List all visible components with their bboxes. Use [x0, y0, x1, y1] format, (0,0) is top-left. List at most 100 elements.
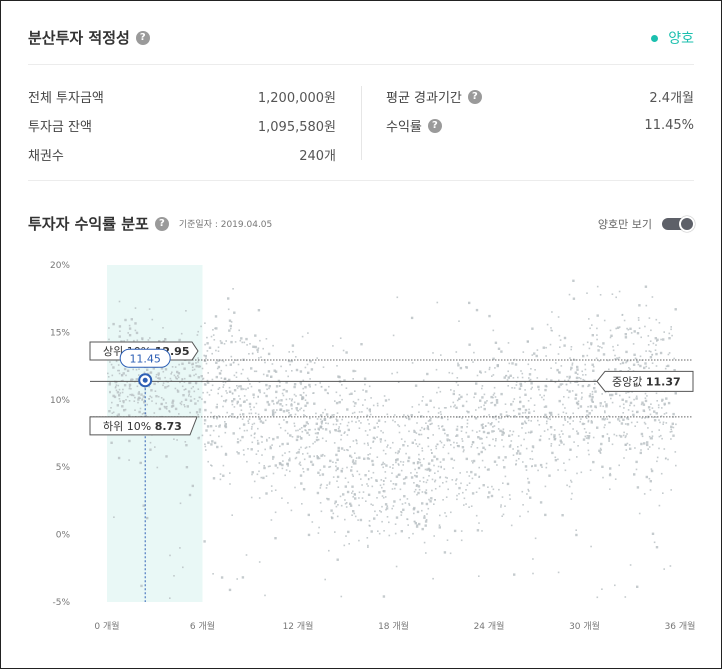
scatter-point [228, 390, 232, 393]
scatter-point [355, 421, 357, 423]
scatter-point [603, 426, 606, 429]
scatter-point [370, 447, 372, 449]
scatter-point [583, 428, 586, 430]
scatter-point [421, 400, 423, 402]
scatter-point [320, 427, 322, 429]
scatter-point [200, 325, 202, 328]
help-icon[interactable]: ? [154, 216, 169, 231]
scatter-point [440, 441, 443, 444]
scatter-point [611, 393, 614, 397]
scatter-point [606, 418, 609, 420]
scatter-point [239, 413, 241, 416]
scatter-point [570, 348, 572, 351]
scatter-point [155, 402, 157, 405]
scatter-point [355, 439, 357, 441]
scatter-point [412, 532, 414, 535]
scatter-point [342, 493, 345, 496]
scatter-point [361, 484, 363, 486]
scatter-point [203, 540, 206, 543]
scatter-point [643, 442, 646, 445]
scatter-point [594, 390, 597, 393]
scatter-point [506, 379, 509, 381]
scatter-point [521, 376, 524, 379]
scatter-point [536, 349, 539, 351]
scatter-point [648, 350, 651, 352]
scatter-point [655, 318, 658, 321]
help-icon[interactable]: ? [427, 118, 442, 133]
scatter-point [637, 317, 640, 319]
scatter-point [263, 466, 266, 470]
scatter-point [475, 382, 478, 385]
scatter-point [246, 399, 248, 401]
scatter-point [658, 322, 661, 324]
scatter-point [177, 376, 180, 379]
scatter-point [537, 385, 540, 389]
scatter-point [347, 421, 350, 424]
scatter-point [315, 412, 317, 415]
scatter-point [371, 485, 374, 488]
scatter-point [193, 390, 196, 393]
toggle-knob[interactable] [679, 216, 695, 232]
scatter-point [358, 504, 360, 507]
scatter-point [149, 371, 152, 374]
good-only-toggle[interactable] [662, 216, 695, 232]
scatter-point [456, 399, 459, 402]
scatter-point [354, 402, 357, 405]
scatter-point [674, 451, 677, 453]
scatter-point [484, 401, 487, 404]
scatter-point [627, 409, 630, 411]
scatter-point [591, 393, 594, 396]
scatter-point [577, 407, 580, 410]
scatter-point [290, 403, 293, 405]
scatter-point [615, 296, 617, 299]
return-distribution-chart: 상위 10% 12.95하위 10% 8.73중앙값 11.3711.45 20… [50, 261, 695, 632]
scatter-point [594, 383, 596, 385]
scatter-point [377, 530, 379, 532]
scatter-point [421, 426, 423, 429]
scatter-point [319, 418, 322, 421]
scatter-point [570, 346, 573, 348]
scatter-point [424, 491, 428, 495]
scatter-point [270, 485, 273, 487]
scatter-point [387, 444, 389, 446]
scatter-point [137, 392, 140, 395]
scatter-point [468, 482, 471, 484]
scatter-point [146, 368, 149, 371]
scatter-point [640, 336, 642, 339]
scatter-point [422, 481, 425, 483]
scatter-point [614, 354, 616, 357]
scatter-point [505, 374, 507, 377]
scatter-point [398, 425, 401, 428]
scatter-point [291, 407, 293, 410]
scatter-point [285, 390, 288, 393]
help-icon[interactable]: ? [467, 89, 482, 104]
scatter-point [344, 518, 346, 521]
help-icon[interactable]: ? [135, 30, 150, 45]
scatter-point [567, 421, 569, 423]
scatter-point [473, 396, 475, 399]
scatter-point [485, 425, 487, 427]
scatter-point [597, 345, 599, 347]
user-value-text: 11.45 [129, 352, 161, 365]
scatter-point [425, 481, 428, 484]
scatter-point [418, 453, 420, 456]
scatter-point [289, 363, 291, 366]
scatter-point [316, 418, 319, 420]
scatter-point [123, 409, 126, 412]
scatter-point [651, 532, 655, 535]
scatter-point [274, 537, 277, 540]
scatter-point [344, 431, 346, 433]
scatter-point [206, 336, 208, 339]
scatter-point [228, 386, 231, 389]
scatter-point [258, 357, 260, 359]
scatter-point [198, 396, 201, 399]
scatter-point [533, 410, 535, 412]
scatter-point [460, 395, 463, 399]
scatter-point [314, 428, 316, 431]
scatter-point [275, 385, 279, 388]
scatter-point [149, 448, 152, 451]
scatter-point [579, 405, 583, 408]
scatter-point [577, 384, 580, 386]
scatter-point [243, 395, 246, 397]
scatter-point [127, 332, 129, 334]
